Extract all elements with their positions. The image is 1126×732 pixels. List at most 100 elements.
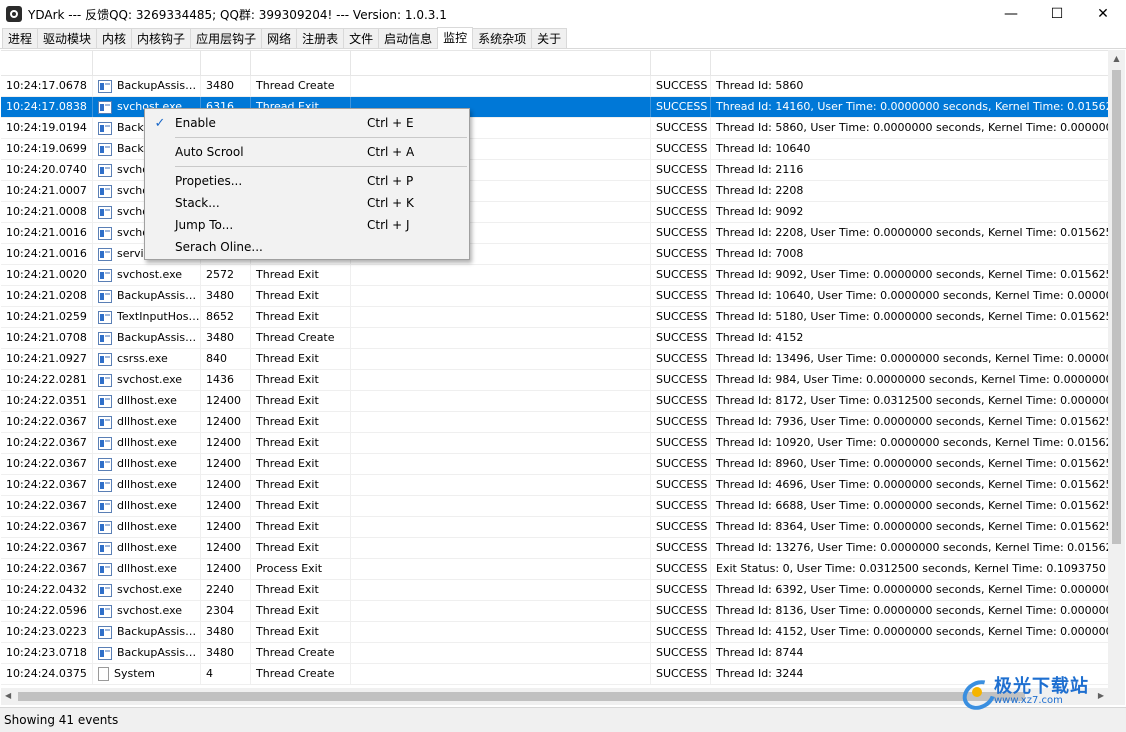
cell-path — [351, 664, 651, 684]
table-row[interactable]: 10:24:22.0367 dllhost.exe 12400 Thread Exit… — [1, 475, 1108, 496]
table-row[interactable]: 10:24:22.0367 dllhost.exe 12400 Thread Exit… — [1, 454, 1108, 475]
table-row[interactable]: 10:24:22.0281 svchost.exe 1436 Thread Exit S… — [1, 370, 1108, 391]
cell-proc: svchost.exe — [93, 265, 201, 285]
table-row[interactable]: 10:24:22.0367 dllhost.exe 12400 Thread Exit… — [1, 433, 1108, 454]
cell-detail: Thread Id: 9092 — [716, 205, 804, 218]
app-icon — [6, 6, 22, 22]
cell-detail: Thread Id: 10640 — [716, 142, 811, 155]
maximize-button[interactable]: ☐ — [1034, 0, 1080, 28]
horizontal-scroll-thumb[interactable] — [18, 692, 1025, 701]
menu-item-propeties[interactable]: Propeties... Ctrl + P — [145, 170, 469, 192]
cell-detail: Thread Id: 9092, User Time: 0.0000000 se… — [716, 268, 1108, 281]
cell-detail: Thread Id: 2208, User Time: 0.0000000 se… — [716, 226, 1108, 239]
cell-result: SUCCESS — [651, 370, 711, 390]
cell-proc: System — [93, 664, 201, 684]
cell-op: Thread Exit — [251, 286, 351, 306]
cell-detail: Thread Id: 6688, User Time: 0.0000000 se… — [716, 499, 1108, 512]
menu-item-jump-to[interactable]: Jump To... Ctrl + J — [145, 214, 469, 236]
tab-7[interactable]: 文件 — [343, 28, 380, 48]
cell-result: SUCCESS — [651, 454, 711, 474]
table-row[interactable]: 10:24:24.0375 System 4 Thread Create SUCCESS… — [1, 664, 1108, 685]
scroll-left-icon[interactable]: ◀ — [5, 691, 11, 700]
cell-time: 10:24:21.0259 — [1, 307, 93, 327]
menu-item-label: Enable — [175, 116, 216, 130]
cell-pid: 12400 — [201, 517, 251, 537]
vertical-scroll-thumb[interactable] — [1112, 70, 1121, 544]
cell-time: 10:24:22.0281 — [1, 370, 93, 390]
watermark-title: 极光下载站 — [994, 676, 1089, 697]
minimize-button[interactable]: — — [988, 0, 1034, 28]
cell-pid: 2304 — [201, 601, 251, 621]
cell-path — [351, 370, 651, 390]
tab-6[interactable]: 注册表 — [296, 28, 345, 48]
tab-1[interactable]: 驱动模块 — [37, 28, 98, 48]
cell-proc: TextInputHost... — [93, 307, 201, 327]
table-row[interactable]: 10:24:22.0367 dllhost.exe 12400 Process Exi… — [1, 559, 1108, 580]
tab-0[interactable]: 进程 — [2, 28, 39, 48]
table-row[interactable]: 10:24:21.0208 BackupAssistS... 3480 Thread … — [1, 286, 1108, 307]
cell-proc: dllhost.exe — [93, 391, 201, 411]
cell-pid: 12400 — [201, 559, 251, 579]
menu-item-stack[interactable]: Stack... Ctrl + K — [145, 192, 469, 214]
cell-pid: 2572 — [201, 265, 251, 285]
tab-9[interactable]: 监控 — [437, 27, 474, 49]
table-row[interactable]: 10:24:17.0678 BackupAssistS... 3480 Thread … — [1, 76, 1108, 97]
tab-3[interactable]: 内核钩子 — [131, 28, 192, 48]
cell-detail: Thread Id: 13496, User Time: 0.0000000 s… — [716, 352, 1108, 365]
table-row[interactable]: 10:24:23.0223 BackupAssistS... 3480 Thread … — [1, 622, 1108, 643]
cell-time: 10:24:22.0367 — [1, 412, 93, 432]
cell-time: 10:24:22.0367 — [1, 454, 93, 474]
cell-path — [351, 433, 651, 453]
process-name: svchost.exe — [117, 268, 183, 281]
cell-op: Thread Exit — [251, 580, 351, 600]
cell-op: Thread Exit — [251, 622, 351, 642]
tab-11[interactable]: 关于 — [531, 28, 568, 48]
process-icon — [98, 373, 112, 387]
menu-item-shortcut: Ctrl + K — [367, 196, 414, 210]
process-icon — [98, 625, 112, 639]
horizontal-scrollbar[interactable]: ◀ ▶ — [1, 688, 1108, 705]
tab-4[interactable]: 应用层钩子 — [190, 28, 263, 48]
cell-proc: dllhost.exe — [93, 412, 201, 432]
cell-path — [351, 265, 651, 285]
tab-5[interactable]: 网络 — [261, 28, 298, 48]
table-row[interactable]: 10:24:22.0367 dllhost.exe 12400 Thread Exit… — [1, 412, 1108, 433]
table-row[interactable]: 10:24:22.0367 dllhost.exe 12400 Thread Exit… — [1, 517, 1108, 538]
menu-item-shortcut: Ctrl + J — [367, 218, 410, 232]
watermark: 极光下载站 www.xz7.com — [960, 676, 1120, 708]
process-name: csrss.exe — [117, 352, 168, 365]
cell-proc: dllhost.exe — [93, 433, 201, 453]
table-row[interactable]: 10:24:21.0020 svchost.exe 2572 Thread Exit S… — [1, 265, 1108, 286]
tab-10[interactable]: 系统杂项 — [472, 28, 533, 48]
cell-pid: 12400 — [201, 391, 251, 411]
menu-item-enable[interactable]: ✓ Enable Ctrl + E — [145, 112, 469, 134]
table-row[interactable]: 10:24:22.0432 svchost.exe 2240 Thread Exit S… — [1, 580, 1108, 601]
close-button[interactable]: ✕ — [1080, 0, 1126, 28]
cell-pid: 12400 — [201, 496, 251, 516]
table-row[interactable]: 10:24:22.0596 svchost.exe 2304 Thread Exit S… — [1, 601, 1108, 622]
table-row[interactable]: 10:24:21.0259 TextInputHost... 8652 Thread … — [1, 307, 1108, 328]
vertical-scrollbar[interactable]: ▲ — [1108, 50, 1125, 688]
cell-op: Thread Exit — [251, 370, 351, 390]
process-name: svchost.exe — [117, 373, 183, 386]
process-name: dllhost.exe — [117, 541, 177, 554]
tab-2[interactable]: 内核 — [96, 28, 133, 48]
menu-item-serach-oline[interactable]: Serach Oline... — [145, 236, 469, 258]
cell-proc: dllhost.exe — [93, 517, 201, 537]
status-bar: Showing 41 events — [0, 707, 1126, 732]
table-row[interactable]: 10:24:22.0367 dllhost.exe 12400 Thread Exit… — [1, 496, 1108, 517]
cell-pid: 12400 — [201, 412, 251, 432]
cell-path — [351, 517, 651, 537]
tab-8[interactable]: 启动信息 — [378, 28, 439, 48]
table-row[interactable]: 10:24:21.0708 BackupAssistS... 3480 Thread … — [1, 328, 1108, 349]
menu-item-auto-scrool[interactable]: Auto Scrool Ctrl + A — [145, 141, 469, 163]
cell-detail: Thread Id: 2208 — [716, 184, 804, 197]
scroll-up-icon[interactable]: ▲ — [1108, 50, 1125, 67]
table-row[interactable]: 10:24:22.0367 dllhost.exe 12400 Thread Exit… — [1, 538, 1108, 559]
cell-proc: BackupAssistS... — [93, 76, 201, 96]
table-row[interactable]: 10:24:21.0927 csrss.exe 840 Thread Exit SUCC… — [1, 349, 1108, 370]
process-icon — [98, 247, 112, 261]
cell-op: Thread Create — [251, 76, 351, 96]
table-row[interactable]: 10:24:23.0718 BackupAssistS... 3480 Thread … — [1, 643, 1108, 664]
table-row[interactable]: 10:24:22.0351 dllhost.exe 12400 Thread Exit… — [1, 391, 1108, 412]
